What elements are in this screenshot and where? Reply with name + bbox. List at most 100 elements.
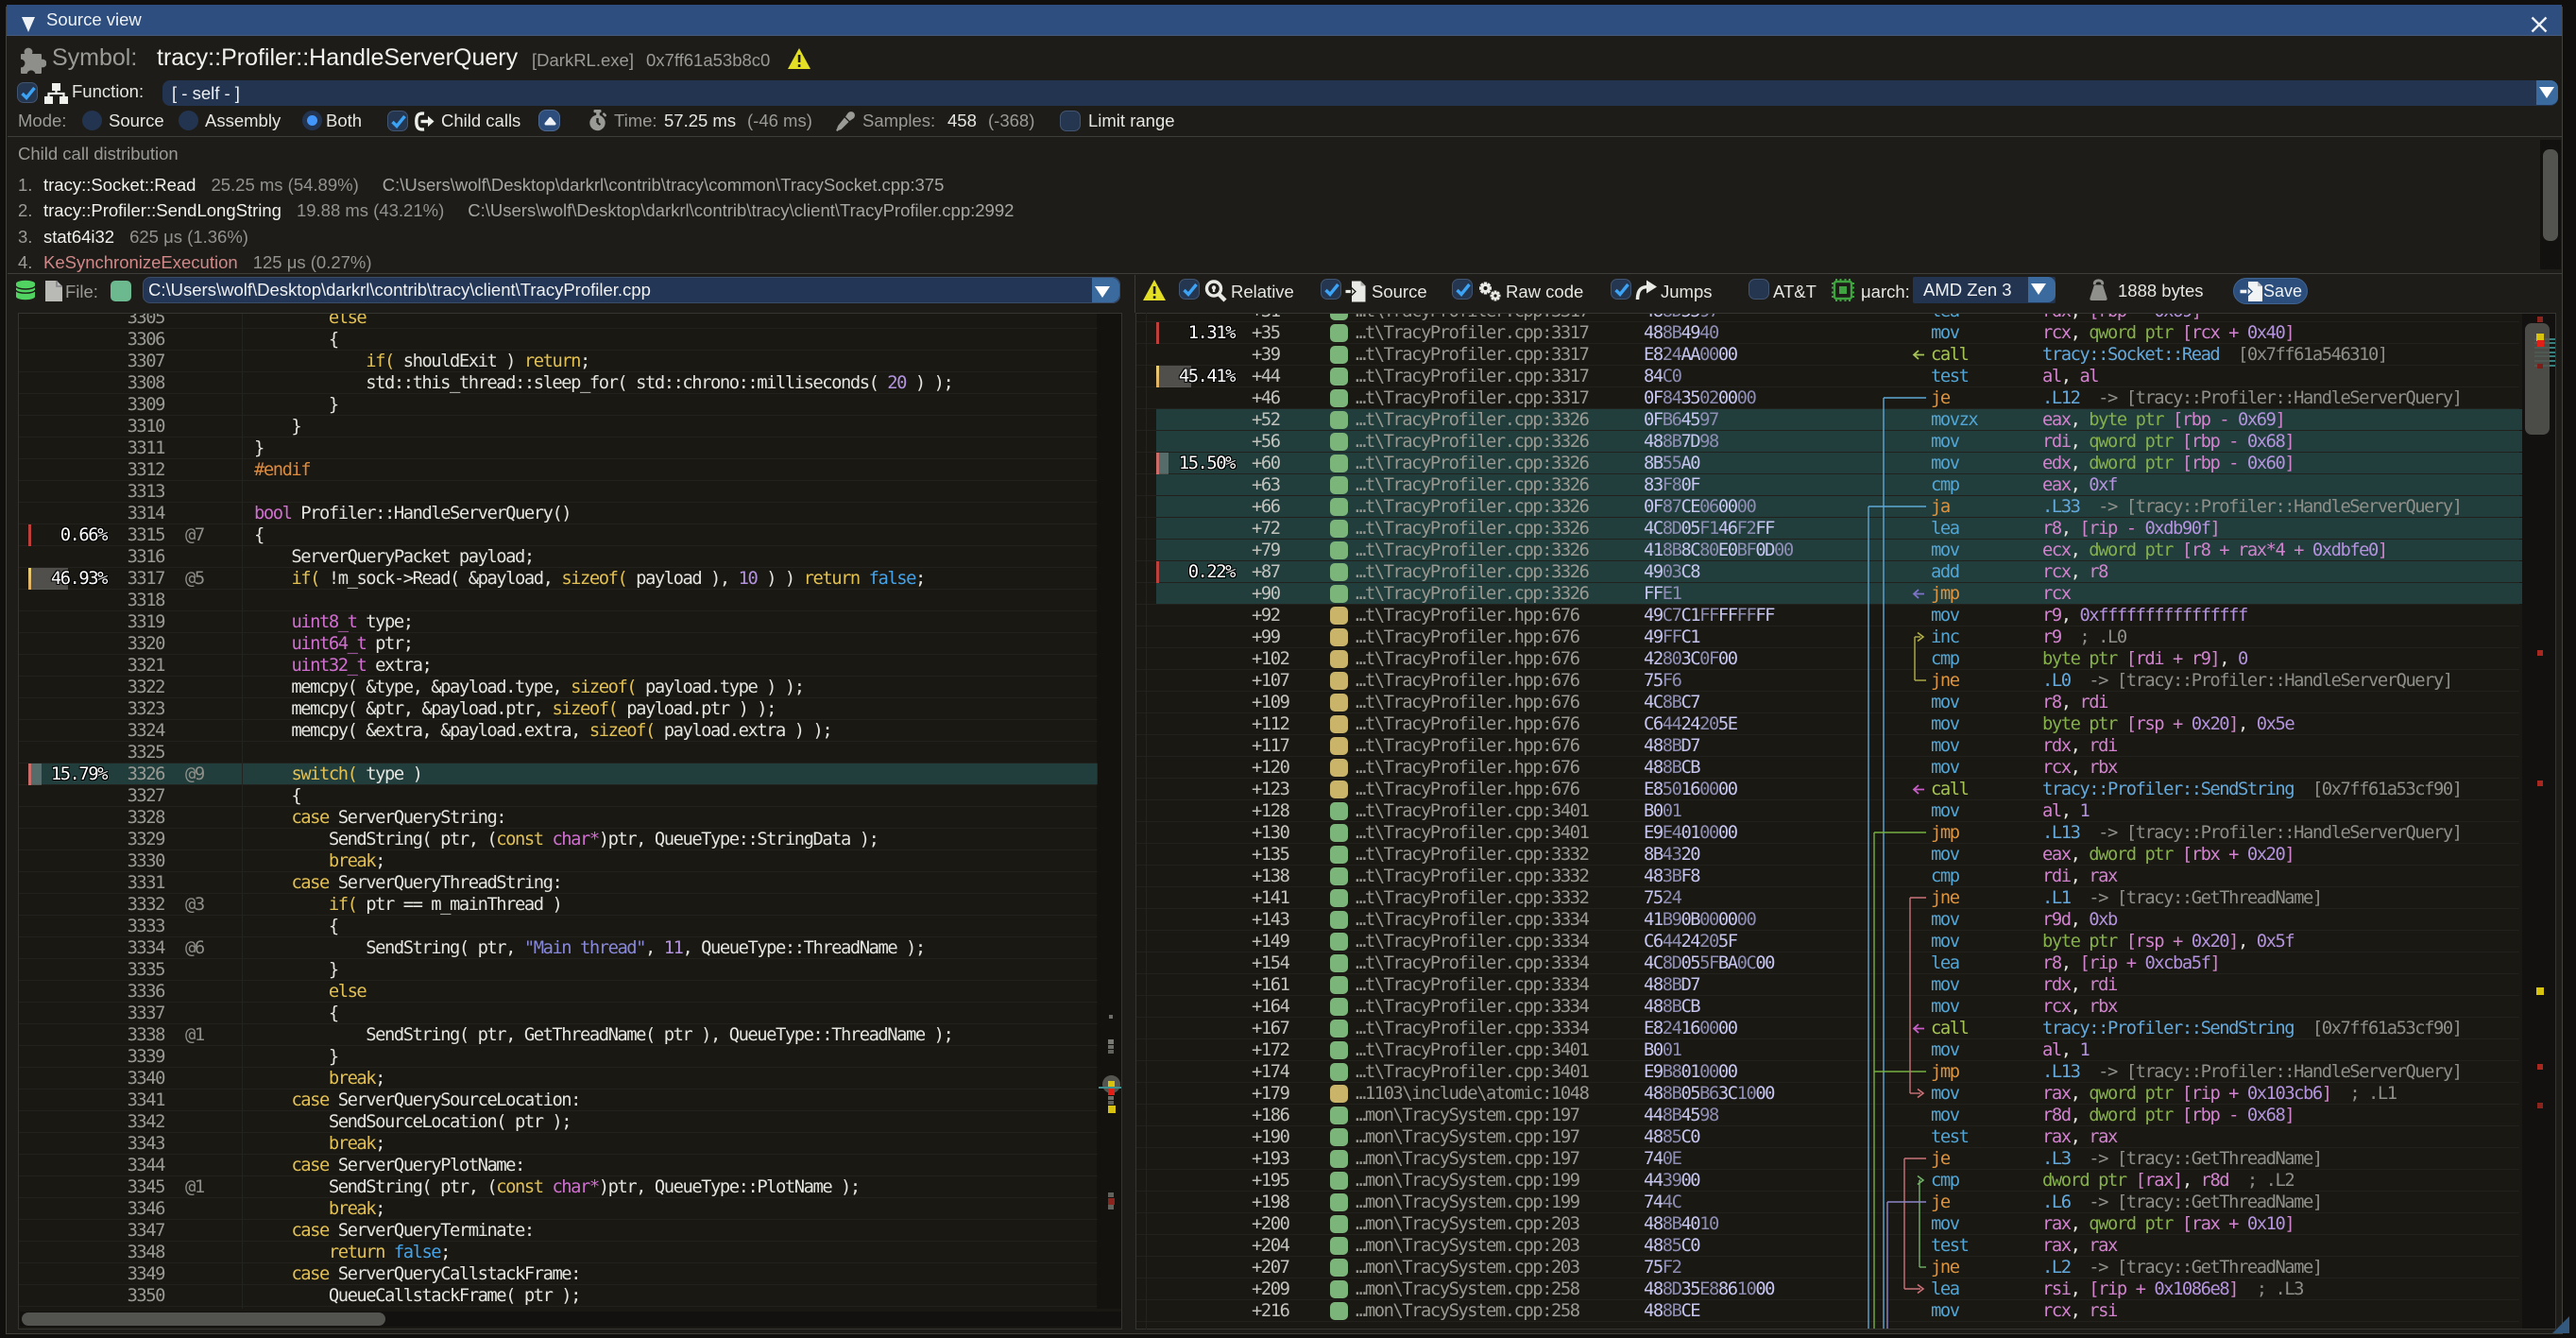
asm-scrollbar-track[interactable] (2522, 314, 2555, 1329)
asm-row[interactable]: +52…t\TracyProfiler.cpp:33260FB64597movz… (1136, 409, 2519, 431)
function-checkbox[interactable] (17, 82, 38, 103)
source-line[interactable]: 3306 { (19, 329, 1098, 351)
source-line[interactable]: 3328 case ServerQueryString: (19, 807, 1098, 829)
asm-row[interactable]: 15.50%+60…t\TracyProfiler.cpp:33268B55A0… (1136, 453, 2519, 474)
window-scrollbar-thumb[interactable] (2543, 149, 2558, 241)
child-call-row[interactable]: 4.KeSynchronizeExecution125 μs (0.27%) (18, 252, 372, 273)
asm-header-checkbox-att[interactable] (1749, 279, 1769, 300)
source-line[interactable]: 3347 case ServerQueryTerminate: (19, 1220, 1098, 1242)
child-calls-checkbox[interactable] (387, 111, 408, 131)
asm-row[interactable]: +143…t\TracyProfiler.cpp:333441B90B00000… (1136, 909, 2519, 931)
source-line[interactable]: 46.93%3317@5 if( !m_sock->Read( &payload… (19, 568, 1098, 590)
source-line[interactable]: 3335 } (19, 959, 1098, 981)
source-line[interactable]: 3345@1 SendString( ptr, (const char*)ptr… (19, 1176, 1098, 1198)
asm-row[interactable]: +31…t\TracyProfiler.cpp:3317488D5597lear… (1136, 313, 2519, 322)
window-collapse-icon[interactable] (22, 17, 35, 32)
source-line[interactable]: 3324 memcpy( &extra, &payload.extra, siz… (19, 720, 1098, 742)
asm-row[interactable]: +179…1103\include\atomic:1048488B05B63C1… (1136, 1083, 2519, 1105)
asm-row[interactable]: +174…t\TracyProfiler.cpp:3401E9B8010000j… (1136, 1061, 2519, 1083)
asm-row[interactable]: +120…t\TracyProfiler.hpp:676488BCBmovrcx… (1136, 757, 2519, 779)
source-line[interactable]: 15.79%3326@9 switch( type ) (19, 763, 1098, 785)
asm-row[interactable]: +149…t\TracyProfiler.cpp:3334C64424205Fm… (1136, 931, 2519, 952)
warning-icon[interactable] (1142, 279, 1167, 301)
source-line[interactable]: 3325 (19, 742, 1098, 763)
asm-row[interactable]: +216…mon\TracySystem.cpp:258488BCEmovrcx… (1136, 1300, 2519, 1322)
asm-header-checkbox-rawcode[interactable] (1452, 279, 1473, 300)
source-line[interactable]: 3307 if( shouldExit ) return; (19, 351, 1098, 372)
asm-row[interactable]: +186…mon\TracySystem.cpp:197448B4598movr… (1136, 1105, 2519, 1126)
source-line[interactable]: 3349 case ServerQueryCallstackFrame: (19, 1263, 1098, 1285)
asm-row[interactable]: +130…t\TracyProfiler.cpp:3401E9E4010000j… (1136, 822, 2519, 844)
asm-row[interactable]: 0.22%+87…t\TracyProfiler.cpp:33264903C8a… (1136, 561, 2519, 583)
asm-row[interactable]: +138…t\TracyProfiler.cpp:3332483BF8cmprd… (1136, 866, 2519, 887)
uarch-combo[interactable]: AMD Zen 3 (1913, 277, 2056, 303)
function-combo-arrow[interactable] (2536, 80, 2558, 105)
mode-radio-source[interactable] (82, 111, 102, 130)
asm-row[interactable]: +56…t\TracyProfiler.cpp:3326488B7D98movr… (1136, 431, 2519, 453)
assembly-pane[interactable]: +31…t\TracyProfiler.cpp:3317488D5597lear… (1135, 313, 2556, 1329)
source-line[interactable]: 3311} (19, 437, 1098, 459)
asm-header-checkbox-relative[interactable] (1179, 279, 1200, 300)
asm-row[interactable]: +102…t\TracyProfiler.hpp:67642803C0F00cm… (1136, 648, 2519, 670)
mode-radio-assembly[interactable] (179, 111, 198, 130)
asm-row[interactable]: +90…t\TracyProfiler.cpp:3326FFE1jmprcx (1136, 583, 2519, 605)
source-line[interactable]: 3342 SendSourceLocation( ptr ); (19, 1111, 1098, 1133)
file-combo[interactable]: C:\Users\wolf\Desktop\darkrl\contrib\tra… (143, 277, 1120, 303)
child-call-row[interactable]: 2.tracy::Profiler::SendLongString19.88 m… (18, 200, 1014, 221)
collapse-up-button[interactable] (538, 110, 560, 131)
save-button[interactable]: Save (2233, 278, 2308, 304)
source-line[interactable]: 3327 { (19, 785, 1098, 807)
source-line[interactable]: 3314bool Profiler::HandleServerQuery() (19, 503, 1098, 524)
asm-row[interactable]: +135…t\TracyProfiler.cpp:33328B4320movea… (1136, 844, 2519, 866)
source-line[interactable]: 3333 { (19, 916, 1098, 937)
asm-row[interactable]: +63…t\TracyProfiler.cpp:332683F80Fcmpeax… (1136, 474, 2519, 496)
source-line[interactable]: 3334@6 SendString( ptr, "Main thread", 1… (19, 937, 1098, 959)
source-line[interactable]: 3313 (19, 481, 1098, 503)
source-line[interactable]: 3339 } (19, 1046, 1098, 1068)
source-line[interactable]: 3309 } (19, 394, 1098, 416)
close-icon[interactable] (2528, 13, 2550, 36)
asm-row[interactable]: 1.31%+35…t\TracyProfiler.cpp:3317488B494… (1136, 322, 2519, 344)
source-pane[interactable]: 3305 else3306 {3307 if( shouldExit ) ret… (18, 313, 1122, 1329)
asm-row[interactable]: +195…mon\TracySystem.cpp:199443900cmpdwo… (1136, 1170, 2519, 1192)
source-line[interactable]: 3343 break; (19, 1133, 1098, 1155)
asm-row[interactable]: +39…t\TracyProfiler.cpp:3317E824AA0000ca… (1136, 344, 2519, 366)
asm-row[interactable]: +207…mon\TracySystem.cpp:20375F2jne.L2 -… (1136, 1257, 2519, 1278)
warning-icon[interactable] (787, 47, 811, 70)
source-line[interactable]: 3336 else (19, 981, 1098, 1003)
asm-row[interactable]: +161…t\TracyProfiler.cpp:3334488BD7movrd… (1136, 974, 2519, 996)
source-line[interactable]: 3338@1 SendString( ptr, GetThreadName( p… (19, 1024, 1098, 1046)
asm-row[interactable]: +99…t\TracyProfiler.hpp:67649FFC1incr9 ;… (1136, 626, 2519, 648)
asm-row[interactable]: +117…t\TracyProfiler.hpp:676488BD7movrdx… (1136, 735, 2519, 757)
source-line[interactable]: 3346 break; (19, 1198, 1098, 1220)
source-line[interactable]: 3337 { (19, 1003, 1098, 1024)
asm-row[interactable]: +154…t\TracyProfiler.cpp:33344C8D055FBA0… (1136, 952, 2519, 974)
asm-row[interactable]: +46…t\TracyProfiler.cpp:33170F8435020000… (1136, 387, 2519, 409)
source-line[interactable]: 3350 QueueCallstackFrame( ptr ); (19, 1285, 1098, 1307)
asm-row[interactable]: +164…t\TracyProfiler.cpp:3334488BCBmovrc… (1136, 996, 2519, 1018)
asm-row[interactable]: 45.41%+44…t\TracyProfiler.cpp:331784C0te… (1136, 366, 2519, 387)
source-line[interactable]: 3316 ServerQueryPacket payload; (19, 546, 1098, 568)
source-line[interactable]: 0.66%3315@7{ (19, 524, 1098, 546)
asm-row[interactable]: +66…t\TracyProfiler.cpp:33260F87CE060000… (1136, 496, 2519, 518)
source-line[interactable]: 3320 uint64_t ptr; (19, 633, 1098, 655)
asm-row[interactable]: +109…t\TracyProfiler.hpp:6764C8BC7movr8,… (1136, 692, 2519, 713)
asm-header-checkbox-jumps[interactable] (1611, 279, 1631, 300)
asm-row[interactable]: +141…t\TracyProfiler.cpp:33327524jne.L1 … (1136, 887, 2519, 909)
source-line[interactable]: 3312#endif (19, 459, 1098, 481)
source-line[interactable]: 3329 SendString( ptr, (const char*)ptr, … (19, 829, 1098, 850)
source-line[interactable]: 3318 (19, 590, 1098, 611)
source-line[interactable]: 3340 break; (19, 1068, 1098, 1089)
asm-row[interactable]: +193…mon\TracySystem.cpp:197740Eje.L3 ->… (1136, 1148, 2519, 1170)
asm-row[interactable]: +167…t\TracyProfiler.cpp:3334E824160000c… (1136, 1018, 2519, 1039)
source-line[interactable]: 3321 uint32_t extra; (19, 655, 1098, 677)
source-line[interactable]: 3305 else (19, 313, 1098, 329)
source-line[interactable]: 3332@3 if( ptr == m_mainThread ) (19, 894, 1098, 916)
uarch-combo-arrow[interactable] (2028, 277, 2056, 302)
source-line[interactable]: 3323 memcpy( &ptr, &payload.ptr, sizeof(… (19, 698, 1098, 720)
source-line[interactable]: 3344 case ServerQueryPlotName: (19, 1155, 1098, 1176)
asm-row[interactable]: +112…t\TracyProfiler.hpp:676C64424205Emo… (1136, 713, 2519, 735)
asm-row[interactable]: +200…mon\TracySystem.cpp:203488B4010movr… (1136, 1213, 2519, 1235)
source-line[interactable]: 3348 return false; (19, 1242, 1098, 1263)
asm-row[interactable]: +204…mon\TracySystem.cpp:2034885C0testra… (1136, 1235, 2519, 1257)
